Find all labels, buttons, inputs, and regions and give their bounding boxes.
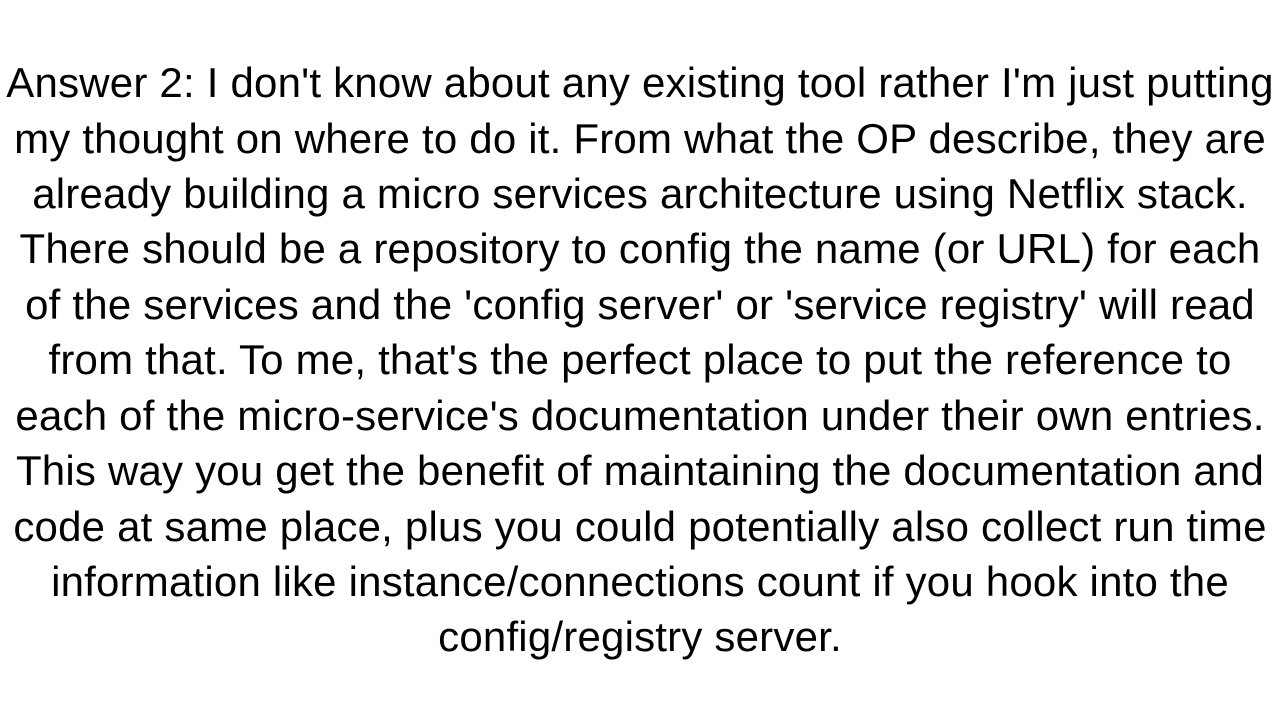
answer-text: Answer 2: I don't know about any existin…: [0, 55, 1280, 665]
